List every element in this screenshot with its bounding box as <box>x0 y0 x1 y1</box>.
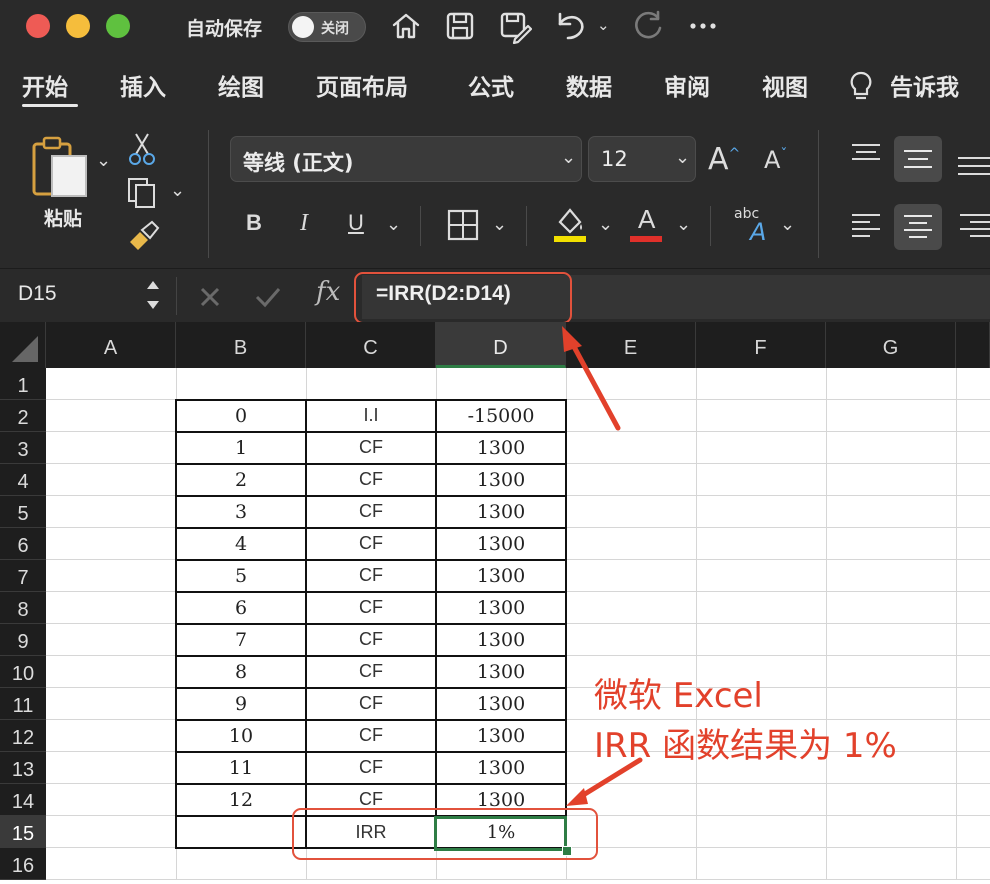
arrow-to-formula <box>569 340 621 431</box>
gridline-horizontal <box>46 879 990 880</box>
annotation-line-2: IRR 函数结果为 1% <box>594 726 897 766</box>
arrow-head <box>566 788 588 806</box>
arrow-head <box>562 326 582 352</box>
annotation-line-1: 微软 Excel <box>594 676 763 716</box>
